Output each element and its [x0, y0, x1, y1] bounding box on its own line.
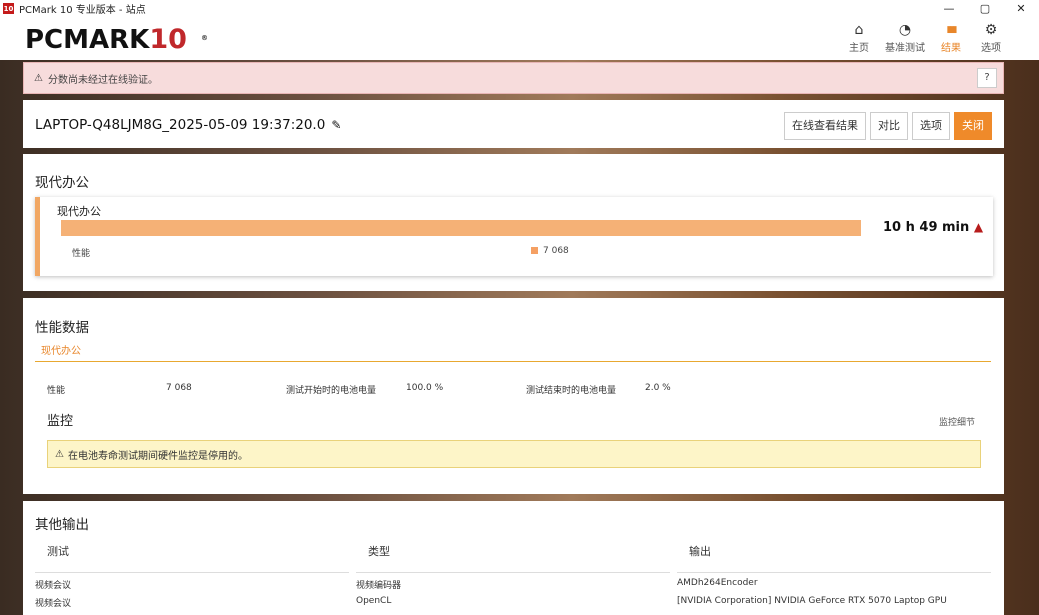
table-cell: 视频编码器 — [356, 581, 402, 591]
table-cell: OpenCL — [356, 596, 392, 606]
home-icon: ⌂ — [854, 22, 864, 38]
table-cell: AMDh264Encoder — [677, 578, 758, 588]
warning-icon: ⚠ — [55, 448, 64, 460]
modern-office-card: 现代办公 现代办公 10 h 49 min ▲ 性能 7 068 — [23, 154, 1004, 291]
battery-end-label: 测试结束时的电池电量 — [526, 386, 617, 396]
nav-home-label: 主页 — [849, 43, 869, 54]
run-name: LAPTOP-Q48LJM8G_2025-05-09 19:37:20.0 ✎ — [35, 117, 341, 133]
bar-chart-icon: ▮▮▮ — [946, 25, 958, 35]
app-icon: 10 — [3, 3, 14, 14]
main-nav: ⌂ 主页 ◔ 基准测试 ▮▮▮ 结果 ⚙ 选项 — [839, 21, 1011, 54]
monitoring-warning-text: 在电池寿命测试期间硬件监控是停用的。 — [67, 450, 248, 462]
maximize-button[interactable]: ▢ — [967, 0, 1003, 17]
nav-options-label: 选项 — [981, 43, 1001, 54]
nav-benchmarks-label: 基准测试 — [885, 43, 925, 54]
gauge-icon: ◔ — [898, 22, 912, 38]
section-title-performance-data: 性能数据 — [35, 320, 89, 336]
battery-start-value: 100.0 % — [406, 383, 444, 393]
score-box-label: 现代办公 — [57, 205, 101, 218]
column-header-type: 类型 — [368, 545, 390, 558]
perf-row-value: 7 068 — [166, 383, 192, 393]
nav-benchmarks[interactable]: ◔ 基准测试 — [879, 21, 931, 54]
gear-icon: ⚙ — [984, 22, 998, 38]
tab-modern-office[interactable]: 现代办公 — [41, 342, 81, 357]
legend-value: 7 068 — [543, 246, 569, 256]
view-online-button[interactable]: 在线查看结果 — [784, 112, 866, 140]
legend-swatch — [531, 247, 538, 254]
column-divider — [677, 572, 991, 573]
validation-text: 分数尚未经过在线验证。 — [47, 74, 158, 86]
section-title-other-output: 其他输出 — [35, 517, 89, 533]
window-title: PCMark 10 专业版本 - 站点 — [19, 5, 146, 16]
nav-options[interactable]: ⚙ 选项 — [971, 21, 1011, 54]
result-header-card: LAPTOP-Q48LJM8G_2025-05-09 19:37:20.0 ✎ 在… — [23, 100, 1004, 148]
legend-performance: 7 068 — [531, 246, 569, 256]
monitoring-details-link[interactable]: 监控细节 — [939, 415, 975, 428]
edit-pencil-icon[interactable]: ✎ — [331, 118, 341, 132]
column-divider — [356, 572, 670, 573]
result-actions: 在线查看结果 对比 选项 关闭 — [780, 112, 992, 140]
monitoring-warning: ⚠ 在电池寿命测试期间硬件监控是停用的。 — [47, 440, 981, 468]
column-header-test: 测试 — [47, 545, 69, 558]
run-name-text: LAPTOP-Q48LJM8G_2025-05-09 19:37:20.0 — [35, 117, 326, 133]
other-output-card: 其他输出 测试 类型 输出 视频会议 视频编码器 AMDh264Encoder … — [23, 501, 1004, 615]
window-controls: — ▢ ✕ — [931, 0, 1039, 17]
table-cell: 视频会议 — [35, 581, 72, 591]
close-window-button[interactable]: ✕ — [1003, 0, 1039, 17]
duration-text: 10 h 49 min — [883, 220, 970, 235]
perf-row-label: 性能 — [47, 386, 66, 396]
table-cell: [NVIDIA Corporation] NVIDIA GeForce RTX … — [677, 596, 947, 606]
options-button[interactable]: 选项 — [912, 112, 950, 140]
help-button[interactable]: ? — [977, 68, 997, 88]
performance-label: 性能 — [72, 249, 91, 259]
battery-start-label: 测试开始时的电池电量 — [286, 386, 377, 396]
monitoring-title: 监控 — [47, 414, 74, 429]
app-header: PCMARK10 ® ⌂ 主页 ◔ 基准测试 ▮▮▮ 结果 ⚙ 选项 — [0, 17, 1039, 60]
tab-underline — [35, 361, 991, 362]
nav-results[interactable]: ▮▮▮ 结果 — [931, 21, 971, 54]
battery-duration: 10 h 49 min ▲ — [883, 220, 983, 235]
battery-life-bar — [61, 220, 861, 236]
alert-triangle-icon: ▲ — [973, 220, 984, 234]
section-title-modern-office: 现代办公 — [35, 175, 89, 191]
pcmark-logo: PCMARK10 ® — [25, 24, 208, 56]
column-header-output: 输出 — [689, 545, 711, 558]
battery-end-value: 2.0 % — [645, 383, 671, 393]
nav-home[interactable]: ⌂ 主页 — [839, 21, 879, 54]
modern-office-score-box: 现代办公 10 h 49 min ▲ 性能 7 068 — [35, 197, 993, 276]
nav-results-label: 结果 — [941, 43, 961, 54]
minimize-button[interactable]: — — [931, 0, 967, 17]
warning-icon: ⚠ — [34, 72, 43, 84]
table-cell: 视频会议 — [35, 599, 72, 609]
column-divider — [35, 572, 349, 573]
performance-data-card: 性能数据 现代办公 性能 7 068 测试开始时的电池电量 100.0 % 测试… — [23, 298, 1004, 494]
close-button[interactable]: 关闭 — [954, 112, 992, 140]
window-titlebar: 10 PCMark 10 专业版本 - 站点 — ▢ ✕ — [0, 0, 1039, 17]
validation-banner: ⚠ 分数尚未经过在线验证。 ? — [23, 62, 1004, 94]
compare-button[interactable]: 对比 — [870, 112, 908, 140]
